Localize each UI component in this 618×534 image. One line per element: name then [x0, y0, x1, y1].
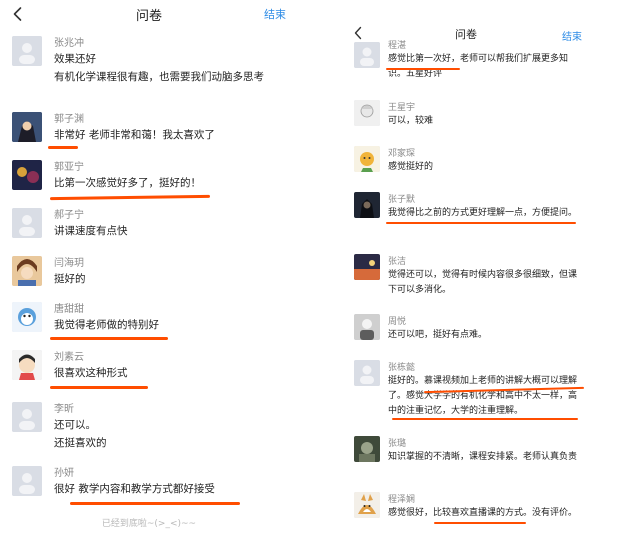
header-bar: 问卷 结束	[340, 0, 592, 44]
comment-text: 还可以。 还挺喜欢的	[54, 419, 107, 449]
header-bar: 问卷 结束	[0, 0, 298, 30]
comment-text: 感觉比第一次好，老师可以帮我们扩展更多知识。五星好评	[388, 54, 569, 79]
comment-text: 非常好 老师非常和蔼！我太喜欢了	[54, 129, 215, 141]
commenter-name: 刘素云	[54, 352, 84, 363]
highlight-underline	[49, 194, 211, 201]
avatar	[354, 42, 380, 68]
comment-text: 可以，较难	[388, 116, 434, 126]
avatar	[354, 492, 380, 518]
comment-text: 感觉很好，比较喜欢直播课的方式。没有评价。	[388, 508, 578, 518]
highlight-underline	[386, 68, 460, 70]
avatar	[354, 192, 380, 218]
commenter-name: 张栋懿	[388, 363, 416, 373]
highlight-underline	[50, 386, 148, 389]
commenter-name: 张洁	[388, 257, 407, 267]
page-title: 问卷	[455, 28, 477, 41]
avatar	[354, 146, 380, 172]
highlight-underline	[392, 418, 578, 420]
commenter-name: 程泽娴	[388, 495, 416, 505]
commenter-name: 程湛	[388, 41, 407, 51]
commenter-name: 李昕	[54, 404, 74, 415]
commenter-name: 张璐	[388, 439, 407, 449]
highlight-underline	[434, 522, 526, 524]
avatar	[12, 160, 42, 190]
avatar	[12, 112, 42, 142]
commenter-name: 郭子渊	[54, 114, 84, 125]
highlight-underline	[48, 146, 78, 149]
avatar	[354, 436, 380, 462]
commenter-name: 闫海玥	[54, 258, 84, 269]
comment-text: 很好 教学内容和教学方式都好接受	[54, 483, 215, 495]
comment-text: 知识掌握的不清晰，课程安排紧。老师认真负责	[388, 452, 578, 462]
commenter-name: 周悦	[388, 317, 407, 327]
comment-text: 还可以吧，挺好有点难。	[388, 330, 488, 340]
comment-text: 很喜欢这种形式	[54, 367, 128, 379]
avatar	[12, 350, 42, 380]
avatar	[354, 360, 380, 386]
avatar	[12, 208, 42, 238]
end-of-list-text: 已经到底啦~(>_<)~~	[101, 519, 197, 529]
commenter-name: 孙妍	[54, 468, 74, 479]
comment-text: 挺好的	[54, 273, 86, 285]
avatar	[354, 254, 380, 280]
commenter-name: 王星宇	[388, 103, 416, 113]
avatar	[12, 256, 42, 286]
avatar	[12, 302, 42, 332]
comment-text: 我觉得老师做的特别好	[54, 319, 159, 331]
commenter-name: 邓家琛	[388, 149, 416, 159]
commenter-name: 张兆冲	[54, 38, 84, 49]
page-title: 问卷	[135, 9, 162, 24]
comment-text: 觉得还可以，觉得有时候内容很多很细致，但课下可以多消化。	[388, 270, 578, 295]
highlight-underline	[386, 222, 576, 224]
comment-text: 我觉得比之前的方式更好理解一点，方便提问。	[388, 208, 578, 218]
avatar	[354, 100, 380, 126]
left-survey-screen: 问卷 结束 张兆冲 效果还好 有机化学课程很有趣，也需要我们动脑多思考 郭子渊 …	[0, 0, 298, 534]
finish-button[interactable]: 结束	[264, 6, 286, 22]
commenter-name: 唐甜甜	[54, 304, 84, 315]
commenter-name: 郝子宁	[54, 210, 84, 221]
finish-button[interactable]: 结束	[562, 28, 582, 43]
right-survey-screen: 问卷 结束 程湛 感觉比第一次好，老师可以帮我们扩展更多知识。五星好评 王星宇 …	[340, 0, 592, 534]
avatar	[12, 36, 42, 66]
comment-text: 讲课速度有点快	[54, 225, 128, 237]
highlight-underline	[70, 502, 240, 505]
comment-text: 效果还好 有机化学课程很有趣，也需要我们动脑多思考	[54, 53, 264, 83]
avatar	[12, 466, 42, 496]
comment-text: 感觉挺好的	[388, 162, 434, 172]
avatar	[354, 314, 380, 340]
comment-text: 比第一次感觉好多了，挺好的！	[54, 177, 201, 189]
highlight-underline	[50, 337, 168, 340]
avatar	[12, 402, 42, 432]
commenter-name: 郭亚宁	[54, 162, 84, 173]
commenter-name: 张子默	[388, 195, 416, 205]
comment-text: 挺好的。慕课视频加上老师的讲解大概可以理解了。感觉大学学的有机化学和高中不太一样…	[388, 376, 578, 416]
